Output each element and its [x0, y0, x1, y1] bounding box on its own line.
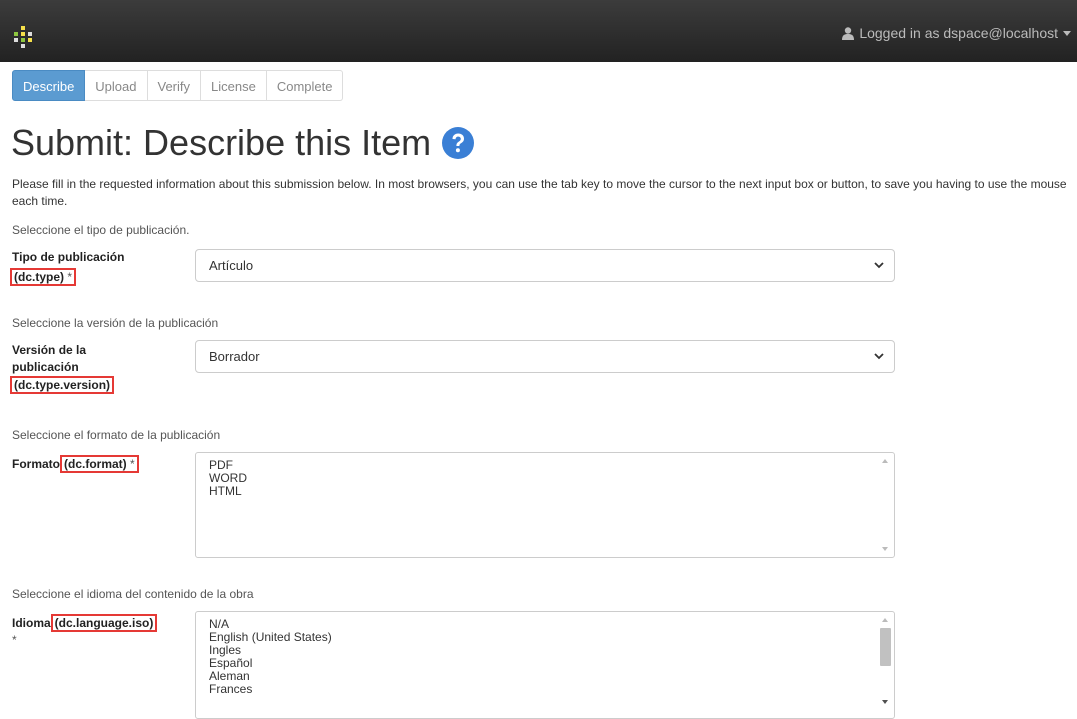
chevron-down-icon: [874, 353, 884, 360]
submission-progress-steps: Describe Upload Verify License Complete: [12, 70, 344, 101]
version-label: Versión de la publicación (dc.type.versi…: [10, 342, 115, 394]
language-required-mark: *: [12, 633, 17, 647]
format-option[interactable]: WORD: [209, 472, 894, 485]
language-listbox[interactable]: N/A English (United States) Ingles Españ…: [195, 611, 895, 719]
language-code: (dc.language.iso): [54, 616, 154, 630]
format-label-text: Formato: [12, 457, 60, 471]
step-upload[interactable]: Upload: [85, 70, 148, 101]
type-code: (dc.type): [14, 270, 65, 284]
format-listbox[interactable]: PDF WORD HTML: [195, 452, 895, 558]
user-icon: [842, 26, 855, 40]
step-verify[interactable]: Verify: [147, 70, 202, 101]
format-label: Formato (dc.format) *: [12, 455, 139, 473]
type-select-value: Artículo: [209, 258, 254, 273]
format-scrollbar[interactable]: [877, 453, 894, 557]
version-select-value: Borrador: [209, 349, 260, 364]
format-required-mark: *: [130, 457, 135, 471]
user-menu-label: Logged in as dspace@localhost: [859, 25, 1058, 41]
format-option[interactable]: PDF: [209, 459, 894, 472]
step-license[interactable]: License: [201, 70, 267, 101]
language-hint: Seleccione el idioma del contenido de la…: [12, 587, 254, 601]
version-code: (dc.type.version): [14, 378, 111, 392]
intro-text: Please fill in the requested information…: [12, 177, 1067, 208]
language-option[interactable]: English (United States): [209, 631, 894, 644]
user-menu[interactable]: Logged in as dspace@localhost: [842, 25, 1071, 41]
chevron-down-icon: [874, 262, 884, 269]
version-label-line1: Versión de la: [12, 343, 87, 357]
type-hint: Seleccione el tipo de publicación.: [12, 223, 190, 237]
scroll-up-arrow-icon[interactable]: [882, 459, 888, 463]
version-code-highlight: (dc.type.version): [10, 376, 115, 394]
version-select[interactable]: Borrador: [195, 340, 895, 373]
language-code-highlight: (dc.language.iso): [50, 614, 158, 632]
version-label-line2: publicación: [12, 360, 79, 374]
type-required-mark: *: [67, 270, 73, 284]
version-hint: Seleccione la versión de la publicación: [12, 316, 219, 330]
type-label: Tipo de publicación (dc.type) *: [10, 249, 125, 286]
caret-down-icon: [1063, 30, 1071, 36]
top-navbar: Logged in as dspace@localhost: [0, 0, 1077, 62]
language-option[interactable]: Frances: [209, 683, 894, 696]
language-scrollbar[interactable]: [877, 612, 894, 718]
step-describe[interactable]: Describe: [12, 70, 86, 101]
language-label: Idioma (dc.language.iso) *: [12, 614, 158, 649]
scroll-down-arrow-icon[interactable]: [882, 547, 888, 551]
dspace-logo-icon[interactable]: [12, 26, 34, 48]
format-code-highlight: (dc.format) *: [60, 455, 139, 473]
format-option[interactable]: HTML: [209, 485, 894, 498]
step-complete[interactable]: Complete: [266, 70, 344, 101]
scroll-up-arrow-icon[interactable]: [882, 618, 888, 622]
page-title: Submit: Describe this Item: [11, 122, 475, 164]
type-label-text: Tipo de publicación: [12, 250, 125, 264]
page-title-text: Submit: Describe this Item: [11, 122, 432, 163]
language-label-text: Idioma: [12, 616, 51, 630]
type-select[interactable]: Artículo: [195, 249, 895, 282]
language-option[interactable]: Español: [209, 657, 894, 670]
type-code-highlight: (dc.type) *: [10, 268, 77, 286]
language-option[interactable]: Ingles: [209, 644, 894, 657]
question-circle-icon[interactable]: [441, 126, 475, 160]
scrollbar-thumb[interactable]: [880, 628, 891, 666]
format-hint: Seleccione el formato de la publicación: [12, 428, 221, 442]
scroll-down-arrow-icon[interactable]: [882, 700, 888, 704]
language-option[interactable]: Aleman: [209, 670, 894, 683]
format-code: (dc.format): [64, 457, 127, 471]
